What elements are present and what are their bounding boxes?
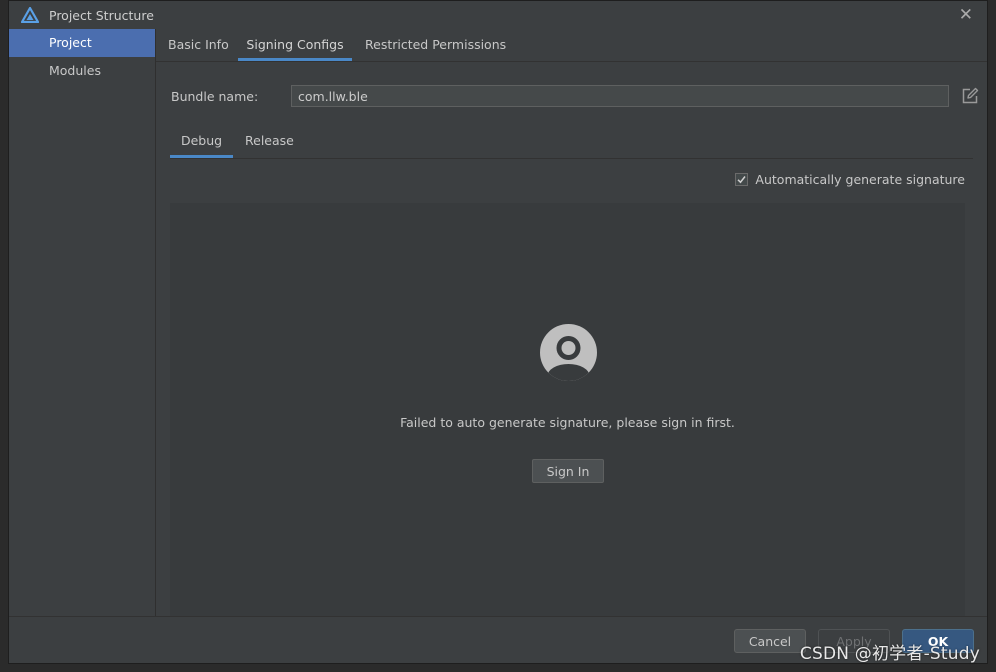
signing-subtabs: Debug Release (170, 127, 973, 159)
subtab-release[interactable]: Release (245, 127, 294, 158)
harmony-logo-icon (21, 7, 39, 23)
auto-signature-checkbox[interactable]: Automatically generate signature (735, 171, 965, 187)
checkbox-checked-icon[interactable] (735, 172, 749, 186)
edit-icon[interactable] (961, 87, 979, 105)
sidebar-item-project[interactable]: Project (9, 29, 155, 57)
bundle-name-label: Bundle name: (171, 89, 259, 104)
background-ide-left (0, 0, 8, 672)
background-ide-right (988, 0, 996, 672)
user-avatar-icon (540, 324, 597, 381)
sidebar: Project Modules (9, 29, 156, 617)
top-tabs: Basic Info Signing Configs Restricted Pe… (156, 29, 987, 62)
main-content: Basic Info Signing Configs Restricted Pe… (156, 29, 987, 617)
watermark: CSDN @初学者-Study (799, 644, 980, 664)
sign-in-button[interactable]: Sign In (532, 459, 604, 483)
tab-restricted-permissions[interactable]: Restricted Permissions (365, 29, 506, 61)
tab-basic-info[interactable]: Basic Info (168, 29, 229, 61)
project-structure-dialog: Project Structure ✕ Project Modules Basi… (8, 0, 988, 664)
dialog-title: Project Structure (49, 8, 154, 23)
bundle-name-input[interactable] (291, 85, 949, 107)
signin-required-message: Failed to auto generate signature, pleas… (400, 415, 735, 430)
signin-panel: Failed to auto generate signature, pleas… (170, 203, 965, 617)
sidebar-item-modules[interactable]: Modules (9, 57, 155, 85)
close-icon[interactable]: ✕ (959, 5, 973, 25)
tab-signing-configs[interactable]: Signing Configs (238, 29, 352, 61)
subtab-debug[interactable]: Debug (170, 127, 233, 158)
dialog-titlebar: Project Structure ✕ (9, 1, 987, 30)
cancel-button[interactable]: Cancel (734, 629, 806, 653)
auto-signature-label: Automatically generate signature (755, 171, 965, 187)
